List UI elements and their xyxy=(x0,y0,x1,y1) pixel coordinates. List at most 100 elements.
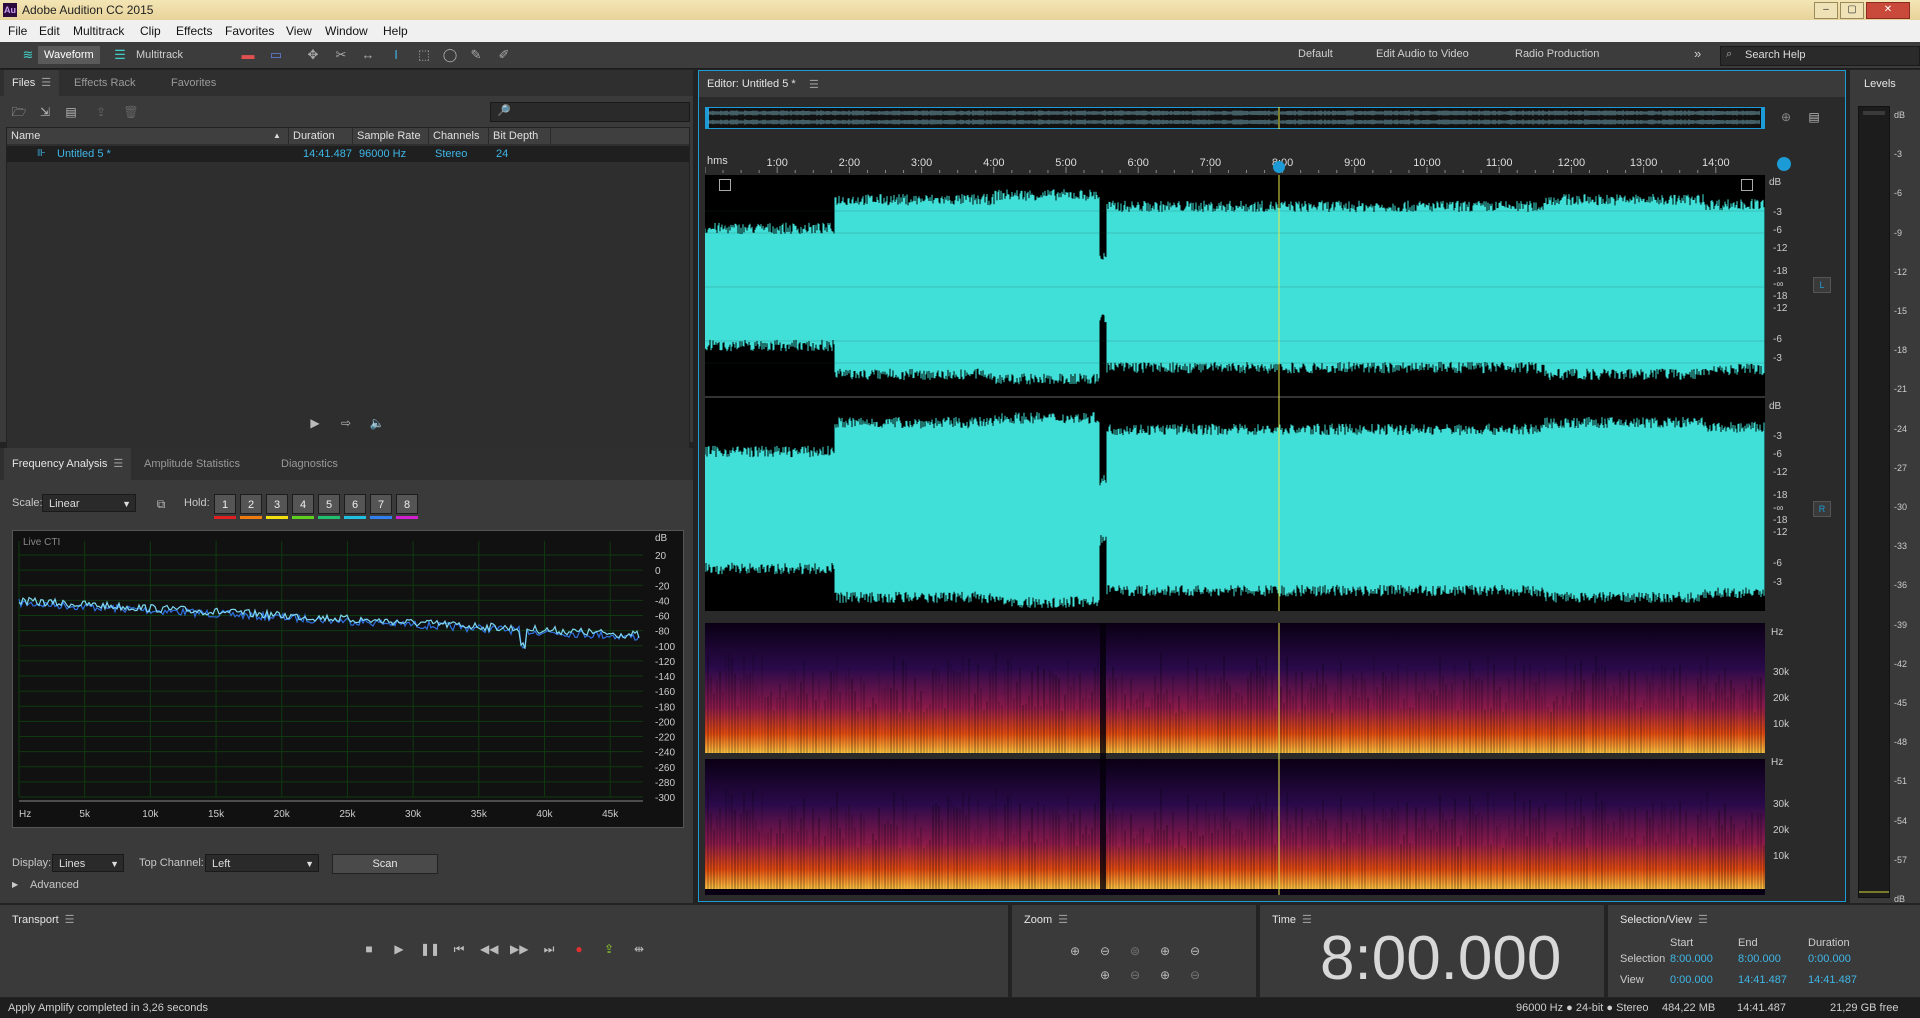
hold-button-4[interactable]: 4 xyxy=(292,494,314,514)
overview-bar[interactable] xyxy=(705,107,1765,129)
multitrack-button[interactable]: Multitrack xyxy=(130,46,189,64)
advanced-options-icon[interactable]: ⧉ xyxy=(152,496,170,512)
menu-help[interactable]: Help xyxy=(383,24,408,38)
zoom-reset-icon[interactable]: ⊜ xyxy=(1126,943,1144,959)
zoom-in-amplitude-icon[interactable]: ⊕ xyxy=(1066,943,1084,959)
workspace-default[interactable]: Default xyxy=(1298,48,1333,60)
maximize-button[interactable]: ▢ xyxy=(1840,2,1864,19)
tab-effects-rack[interactable]: Effects Rack xyxy=(66,70,144,96)
zoom-out-full-icon[interactable]: ⊖ xyxy=(1126,967,1144,983)
time-selection-tool-icon[interactable]: I xyxy=(388,47,404,63)
editor-menu-icon[interactable]: ☰ xyxy=(809,78,819,91)
channel-r-toggle[interactable]: R xyxy=(1813,501,1831,517)
search-help-input[interactable]: ⌕ Search Help xyxy=(1720,46,1920,66)
tab-favorites[interactable]: Favorites xyxy=(163,70,224,96)
loop-playback-icon[interactable]: ⇪ xyxy=(600,941,618,957)
previous-icon[interactable]: ⏮ xyxy=(450,941,468,957)
tab-diagnostics[interactable]: Diagnostics xyxy=(273,448,346,480)
spectral-display[interactable] xyxy=(705,623,1765,895)
channel-l-toggle[interactable]: L xyxy=(1813,277,1831,293)
play-icon[interactable]: ▶ xyxy=(390,941,408,957)
menu-window[interactable]: Window xyxy=(325,24,368,38)
selection-end[interactable]: 8:00.000 xyxy=(1738,953,1781,965)
razor-tool-icon[interactable]: ✂ xyxy=(333,47,349,63)
zoom-out-time-icon[interactable]: ⊖ xyxy=(1186,943,1204,959)
hold-button-1[interactable]: 1 xyxy=(214,494,236,514)
view-end[interactable]: 14:41.487 xyxy=(1738,974,1787,986)
menu-edit[interactable]: Edit xyxy=(39,24,60,38)
next-icon[interactable]: ⏭ xyxy=(540,941,558,957)
zoom-in-point-icon[interactable]: ⊕ xyxy=(1156,967,1174,983)
play-preview-icon[interactable]: ▶ xyxy=(306,415,324,431)
time-ruler[interactable]: hms 1:002:003:004:005:006:007:008:009:00… xyxy=(705,155,1765,173)
view-start[interactable]: 0:00.000 xyxy=(1670,974,1713,986)
open-file-icon[interactable]: 🗁 xyxy=(10,104,28,120)
selection-start[interactable]: 8:00.000 xyxy=(1670,953,1713,965)
hold-button-6[interactable]: 6 xyxy=(344,494,366,514)
more-workspaces-icon[interactable]: » xyxy=(1694,46,1701,61)
panel-options-icon[interactable]: ▤ xyxy=(1805,109,1823,125)
tab-amplitude-statistics[interactable]: Amplitude Statistics xyxy=(136,448,248,480)
tab-frequency-analysis[interactable]: Frequency Analysis ☰ xyxy=(4,448,132,480)
time-display[interactable]: 8:00.000 xyxy=(1320,923,1561,994)
menu-file[interactable]: File xyxy=(8,24,27,38)
lasso-tool-icon[interactable]: ◯ xyxy=(442,47,458,63)
zoom-out-amplitude-icon[interactable]: ⊖ xyxy=(1096,943,1114,959)
stop-icon[interactable]: ■ xyxy=(360,941,378,957)
spot-healing-tool-icon[interactable]: ✐ xyxy=(496,47,512,63)
new-file-icon[interactable]: ▤ xyxy=(62,104,80,120)
scan-button[interactable]: Scan xyxy=(332,854,438,874)
tab-files[interactable]: Files ☰ xyxy=(4,70,60,96)
menu-favorites[interactable]: Favorites xyxy=(225,24,274,38)
brush-tool-icon[interactable]: ✎ xyxy=(468,47,484,63)
scale-select[interactable]: Linear ▼ xyxy=(42,494,136,512)
hold-button-2[interactable]: 2 xyxy=(240,494,262,514)
spectral-frequency-icon[interactable]: ▬ xyxy=(240,47,256,63)
record-icon[interactable]: ● xyxy=(570,941,588,957)
pause-icon[interactable]: ❚❚ xyxy=(420,941,440,957)
settings-gear-icon[interactable] xyxy=(1777,157,1791,171)
column-bit-depth[interactable]: Bit Depth xyxy=(489,128,551,144)
selection-duration[interactable]: 0:00.000 xyxy=(1808,953,1851,965)
loop-preview-icon[interactable]: ⇨ xyxy=(337,415,355,431)
fade-in-handle-icon[interactable] xyxy=(719,179,731,191)
display-select[interactable]: Lines ▼ xyxy=(52,854,124,872)
menu-clip[interactable]: Clip xyxy=(140,24,161,38)
volume-icon[interactable]: 🔈 xyxy=(368,415,386,431)
menu-multitrack[interactable]: Multitrack xyxy=(73,24,124,38)
hold-button-3[interactable]: 3 xyxy=(266,494,288,514)
column-duration[interactable]: Duration xyxy=(289,128,353,144)
view-duration[interactable]: 14:41.487 xyxy=(1808,974,1857,986)
advanced-toggle[interactable]: Advanced xyxy=(30,879,79,891)
hold-button-7[interactable]: 7 xyxy=(370,494,392,514)
column-sample-rate[interactable]: Sample Rate xyxy=(353,128,429,144)
close-button[interactable]: ✕ xyxy=(1866,2,1910,19)
fast-forward-icon[interactable]: ▶▶ xyxy=(510,941,528,957)
zoom-to-selection-icon[interactable]: ⊕ xyxy=(1096,967,1114,983)
table-row[interactable]: ⊪ Untitled 5 * 14:41.487 96000 Hz Stereo… xyxy=(7,146,689,162)
move-tool-icon[interactable]: ✥ xyxy=(305,47,321,63)
workspace-edit-audio-to-video[interactable]: Edit Audio to Video xyxy=(1376,48,1469,60)
column-channels[interactable]: Channels xyxy=(429,128,489,144)
zoom-out-point-icon[interactable]: ⊖ xyxy=(1186,967,1204,983)
delete-icon[interactable]: 🗑 xyxy=(122,104,140,120)
import-file-icon[interactable]: ⇲ xyxy=(36,104,54,120)
waveform-display[interactable] xyxy=(705,175,1765,619)
slip-tool-icon[interactable]: ↔ xyxy=(360,47,376,63)
files-search-input[interactable]: 🔎 xyxy=(490,102,690,122)
fade-out-handle-icon[interactable] xyxy=(1741,179,1753,191)
menu-view[interactable]: View xyxy=(286,24,312,38)
hold-button-5[interactable]: 5 xyxy=(318,494,340,514)
marquee-tool-icon[interactable]: ⬚ xyxy=(416,47,432,63)
menu-effects[interactable]: Effects xyxy=(176,24,212,38)
zoom-in-time-icon[interactable]: ⊕ xyxy=(1156,943,1174,959)
insert-icon[interactable]: ⇪ xyxy=(92,104,110,120)
skip-selection-icon[interactable]: ⇹ xyxy=(630,941,648,957)
waveform-button[interactable]: Waveform xyxy=(38,46,100,64)
column-name[interactable]: Name xyxy=(7,128,289,144)
hold-button-8[interactable]: 8 xyxy=(396,494,418,514)
rewind-icon[interactable]: ◀◀ xyxy=(480,941,498,957)
chevron-right-icon[interactable]: ▶ xyxy=(12,880,18,889)
editor-tab[interactable]: Editor: Untitled 5 * xyxy=(707,78,796,90)
zoom-overview-icon[interactable]: ⊕ xyxy=(1777,109,1795,125)
